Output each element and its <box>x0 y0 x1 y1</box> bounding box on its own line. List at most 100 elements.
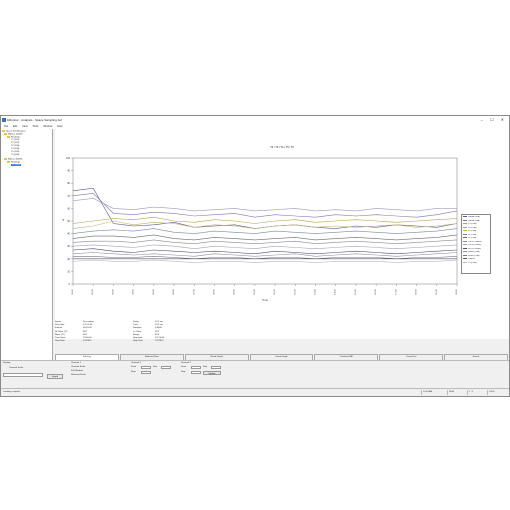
channel2b-label: Channel 2 <box>181 362 191 364</box>
step-label-2: Step <box>181 371 186 373</box>
size-input[interactable] <box>161 366 171 369</box>
legend-swatch <box>463 254 467 256</box>
step-input-2[interactable] <box>191 371 201 374</box>
from-input-2[interactable] <box>191 366 201 369</box>
x-tick-label: 20:00 <box>456 288 458 294</box>
legend-label: C4 (CVA) <box>468 226 477 229</box>
legend-label: L4/L5 (Contra) <box>468 247 481 250</box>
y-tick-label: 60 <box>67 207 70 210</box>
option-channel-scale[interactable]: Channel Scale <box>71 366 85 368</box>
legend-swatch <box>463 223 467 224</box>
stat-cell: 48.2 <box>83 333 88 336</box>
stat-cell: 98.7 <box>83 330 88 333</box>
legend-swatch <box>463 230 467 231</box>
statistics-table: Series Description Delay 12.3 sec Start time… <box>55 321 315 351</box>
legend-swatch <box>463 251 467 252</box>
stat-cell: 19:00:00 <box>83 337 92 339</box>
x-tick-label: 14:00 <box>335 288 337 294</box>
app-icon <box>2 118 6 122</box>
from-label-2: From <box>181 366 187 368</box>
step-input[interactable] <box>141 371 151 374</box>
x-tick-label: 06:00 <box>173 288 175 294</box>
tree-item[interactable]: T6 (106) <box>11 154 19 157</box>
x-tick-label: 03:00 <box>112 288 114 294</box>
stat-cell: 13.0 sec <box>155 324 164 327</box>
size-label: Size <box>153 366 158 368</box>
folder-icon <box>2 130 5 132</box>
option-full-window[interactable]: Full Window <box>71 370 83 372</box>
stat-cell: 0.0000 <box>155 327 162 330</box>
y-tick-label: 90 <box>67 170 70 173</box>
x-tick-label: 13:00 <box>315 288 317 294</box>
menu-help[interactable]: Help <box>57 125 62 128</box>
legend-label: C3 (CVA) <box>468 223 477 226</box>
stat-cell: 00:10:00 <box>83 327 92 330</box>
x-tick-label: 08:00 <box>213 288 215 294</box>
app-window: bMonitor - Analysis - Space Sampling.bsf… <box>0 115 510 397</box>
y-tick-label: 50 <box>67 220 70 223</box>
tree-item-selected[interactable]: T7 (107) <box>11 164 22 167</box>
folder-icon <box>4 133 7 135</box>
update-button[interactable]: Update <box>203 371 221 375</box>
from-input[interactable] <box>141 366 151 369</box>
step-label: Step <box>131 371 136 373</box>
plot-area <box>72 157 458 285</box>
y-tick-label: 80 <box>67 182 70 185</box>
menu-view[interactable]: View <box>22 125 28 128</box>
legend-label: L3 (CVA) <box>468 230 477 233</box>
legend-label: C3/C4 (Contra) <box>468 240 482 243</box>
folder-icon <box>7 136 10 138</box>
stat-cell: Hi Value (°F) <box>55 330 68 333</box>
legend-swatch <box>463 233 467 235</box>
y-tick-label: 70 <box>67 195 70 198</box>
legend-entry: C4 (CVA) <box>463 261 489 266</box>
x-tick-label: 10:00 <box>254 288 256 294</box>
legend-swatch <box>463 247 467 249</box>
stat-cell: 1/1/2012 <box>155 340 164 343</box>
range-input[interactable] <box>3 373 43 377</box>
x-tick-label: 01:00 <box>72 288 74 294</box>
y-tick-label: 30 <box>67 245 70 248</box>
channel2-label: Channel 2 <box>131 362 141 364</box>
x-tick-label: 05:00 <box>153 288 155 294</box>
status-cell-time: 10:00 AM <box>421 390 433 395</box>
status-cell-page: 1 / 1 <box>467 390 474 395</box>
status-cell-num: NUM <box>447 390 454 395</box>
stat-cell: 1/1 01:00 <box>83 324 93 327</box>
menu-tools[interactable]: Tools <box>32 125 38 128</box>
line-chart[interactable]: 0 10 20 30 40 50 60 70 80 90 100 01:00 02:00 03:00 04:… <box>55 129 509 339</box>
y-tick-label: 10 <box>67 270 70 273</box>
x-tick-label: 09:00 <box>234 288 236 294</box>
legend-swatch <box>463 261 467 263</box>
legend-swatch <box>463 237 467 238</box>
stat-cell: Series <box>55 321 62 323</box>
legend-swatch <box>463 226 467 228</box>
legend-label: Lateral (FPA) <box>468 216 480 219</box>
legend-swatch <box>463 258 467 259</box>
stat-cell: Mean (°F) <box>55 333 65 336</box>
stat-cell: Lo Value <box>133 330 142 333</box>
menu-file[interactable]: File <box>4 125 8 128</box>
menu-window[interactable]: Window <box>43 125 52 128</box>
stat-cell: Stop Date <box>133 340 143 343</box>
legend-label: L3/L4 (Contra) <box>468 244 481 247</box>
option-selected-scale[interactable]: Selected Scale <box>71 374 86 376</box>
window-controls[interactable]: – ☐ ✕ <box>481 116 507 124</box>
x-tick-label: 07:00 <box>193 288 195 294</box>
legend-label: C4 (CVA) <box>468 261 477 264</box>
chart-legend: Lateral (FPA) Dorsal (CVA) C3 (CVA) C4 (CVA… <box>461 214 491 274</box>
y-tick-label: 100 <box>66 157 71 160</box>
y-tick-label: 0 <box>69 283 71 286</box>
x-tick-label: 02:00 <box>92 288 94 294</box>
size-input-2[interactable] <box>211 366 221 369</box>
x-axis-label: Time <box>262 298 268 302</box>
x-tick-label: 12:00 <box>294 288 296 294</box>
menu-edit[interactable]: Edit <box>13 125 17 128</box>
legend-label: Dorsal (CVA) <box>468 219 480 222</box>
folder-icon <box>4 158 7 160</box>
legend-swatch <box>463 244 467 245</box>
stat-cell: 12.3 sec <box>155 321 164 323</box>
graph-button[interactable]: Graph <box>47 374 63 379</box>
range-radio-label[interactable]: Channel Scale <box>9 367 23 369</box>
status-cell-zoom: 100% <box>487 390 495 395</box>
